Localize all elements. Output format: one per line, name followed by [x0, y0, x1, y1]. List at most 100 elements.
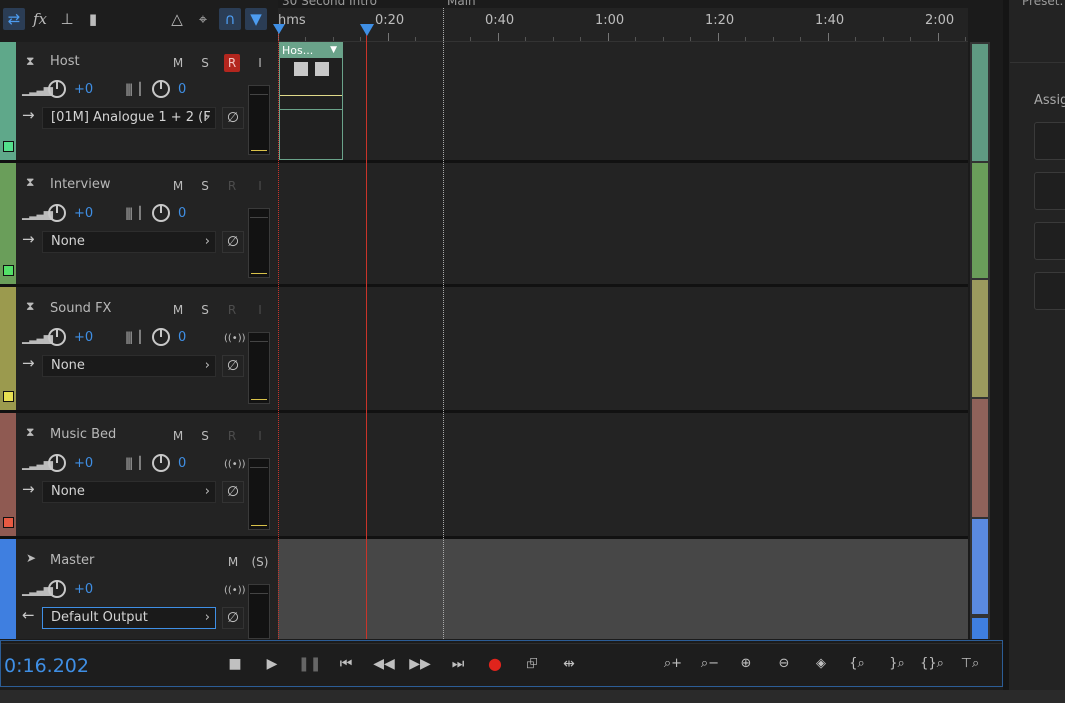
pan-value[interactable]: 0 [178, 82, 186, 97]
clip-menu-icon[interactable]: ▼ [330, 43, 337, 58]
timeline-lanes[interactable] [278, 42, 968, 639]
input-monitor-button[interactable]: I [252, 177, 268, 195]
mute-button[interactable]: M [170, 177, 186, 195]
zoom-out-full-icon[interactable]: ◈ [808, 654, 834, 674]
lane-master[interactable] [278, 539, 968, 639]
phase-invert-button[interactable]: ∅ [222, 355, 244, 377]
zoom-in-time-icon[interactable]: ⊕ [733, 654, 759, 674]
zoom-selection-icon[interactable]: {}⌕ [919, 654, 945, 674]
solo-button[interactable]: S [197, 177, 213, 195]
input-monitor-button[interactable]: I [252, 301, 268, 319]
volume-knob[interactable] [48, 328, 66, 346]
levels-icon[interactable]: ▮ [82, 8, 104, 30]
track-name[interactable]: Master [50, 553, 94, 568]
loop-playback-icon[interactable]: ⮺ [521, 654, 543, 674]
track-name[interactable]: Sound FX [50, 301, 111, 316]
skip-to-start-icon[interactable]: ⏮ [335, 654, 357, 674]
track-header-sound-fx[interactable]: ⧗ Sound FX M S R I ▁▂▃▅ +0 |||▕ 0 ((•)) … [0, 287, 278, 413]
clip-header[interactable]: Hos... ▼ [280, 43, 342, 58]
zoom-to-selection-out-icon[interactable]: }⌕ [884, 654, 910, 674]
playhead[interactable] [366, 24, 367, 639]
audio-clip[interactable]: Hos... ▼ [279, 42, 343, 160]
metronome-icon[interactable]: △ [166, 8, 188, 30]
track-color-swatch[interactable] [3, 391, 14, 402]
track-color-swatch[interactable] [3, 141, 14, 152]
record-arm-button[interactable]: R [224, 427, 240, 445]
eq-icon[interactable]: ⊥ [56, 8, 78, 30]
record-icon[interactable]: ● [484, 654, 506, 674]
pan-knob[interactable] [152, 328, 170, 346]
volume-knob[interactable] [48, 454, 66, 472]
input-monitor-button[interactable]: I [252, 427, 268, 445]
pan-knob[interactable] [152, 204, 170, 222]
skip-selection-icon[interactable]: ⇹ [558, 654, 580, 674]
lane-music-bed[interactable] [278, 413, 968, 539]
vertical-overview-scrollbar[interactable] [970, 42, 990, 639]
lane-host[interactable] [278, 42, 968, 163]
pan-value[interactable]: 0 [178, 206, 186, 221]
track-header-music-bed[interactable]: ⧗ Music Bed M S R I ▁▂▃▅ +0 |||▕ 0 ((•))… [0, 413, 278, 539]
marker-pin-icon[interactable]: ▼ [245, 8, 267, 30]
mute-button[interactable]: M [170, 54, 186, 72]
volume-knob[interactable] [48, 580, 66, 598]
phase-invert-button[interactable]: ∅ [222, 607, 244, 629]
stereo-broadcast-icon[interactable]: ((•)) [224, 585, 246, 596]
volume-value[interactable]: +0 [74, 456, 93, 471]
record-arm-button[interactable]: R [224, 177, 240, 195]
lane-interview[interactable] [278, 163, 968, 287]
solo-safe-button[interactable]: (S) [250, 553, 270, 571]
input-route-select[interactable]: None › [42, 355, 216, 377]
phase-invert-button[interactable]: ∅ [222, 481, 244, 503]
input-route-select[interactable]: None › [42, 231, 216, 253]
record-arm-button[interactable]: R [224, 54, 240, 72]
volume-value[interactable]: +0 [74, 330, 93, 345]
lane-sound-fx[interactable] [278, 287, 968, 413]
input-monitor-button[interactable]: I [252, 54, 268, 72]
stereo-broadcast-icon[interactable]: ((•)) [224, 459, 246, 470]
track-color-swatch[interactable] [3, 265, 14, 276]
selection-start-handle[interactable] [273, 24, 285, 34]
zoom-in-amplitude-icon[interactable]: ⌕+ [660, 654, 686, 674]
input-route-select[interactable]: [01M] Analogue 1 + 2 (F › [42, 107, 216, 129]
playhead-handle[interactable] [360, 24, 374, 36]
current-time-display[interactable]: 0:16.202 [4, 655, 89, 677]
solo-button[interactable]: S [197, 54, 213, 72]
zoom-tracks-icon[interactable]: ⊤⌕ [957, 654, 983, 674]
record-arm-button[interactable]: R [224, 301, 240, 319]
clip-volume-line[interactable] [280, 95, 342, 96]
snap-magnet-icon[interactable]: ∩ [219, 8, 241, 30]
marker-main[interactable]: Main [447, 0, 476, 8]
volume-knob[interactable] [48, 80, 66, 98]
solo-button[interactable]: S [197, 427, 213, 445]
track-name[interactable]: Interview [50, 177, 110, 192]
track-header-interview[interactable]: ⧗ Interview M S R I ▁▂▃▅ +0 |||▕ 0 → Non… [0, 163, 278, 287]
fade-out-icon[interactable] [315, 62, 329, 76]
pause-icon[interactable]: ❚❚ [298, 654, 321, 674]
track-header-host[interactable]: ⧗ Host M S R I ▁▂▃▅ +0 |||▕ 0 → [01M] An… [0, 42, 278, 163]
mute-button[interactable]: M [225, 553, 241, 571]
output-route-select[interactable]: Default Output › [42, 607, 216, 629]
input-route-select[interactable]: None › [42, 481, 216, 503]
solo-button[interactable]: S [197, 301, 213, 319]
track-header-master[interactable]: ➤ Master M (S) ▁▂▃▅ +0 ((•)) ← Default O… [0, 539, 278, 639]
pan-value[interactable]: 0 [178, 330, 186, 345]
play-icon[interactable]: ▶ [261, 654, 283, 674]
volume-value[interactable]: +0 [74, 206, 93, 221]
volume-value[interactable]: +0 [74, 582, 93, 597]
pan-value[interactable]: 0 [178, 456, 186, 471]
track-color-swatch[interactable] [3, 517, 14, 528]
stop-icon[interactable]: ■ [224, 654, 246, 674]
track-name[interactable]: Music Bed [50, 427, 116, 442]
assign-slot-1[interactable] [1034, 122, 1065, 160]
assign-slot-3[interactable] [1034, 222, 1065, 260]
marker-30-second-intro[interactable]: 30 Second Intro [282, 0, 377, 8]
volume-knob[interactable] [48, 204, 66, 222]
zoom-to-selection-in-icon[interactable]: {⌕ [844, 654, 870, 674]
stereo-broadcast-icon[interactable]: ((•)) [224, 333, 246, 344]
assign-slot-4[interactable] [1034, 272, 1065, 310]
fade-in-icon[interactable] [294, 62, 308, 76]
phase-invert-button[interactable]: ∅ [222, 107, 244, 129]
timeline-tool-icon[interactable]: ⌖ [192, 8, 214, 30]
volume-value[interactable]: +0 [74, 82, 93, 97]
pan-knob[interactable] [152, 454, 170, 472]
